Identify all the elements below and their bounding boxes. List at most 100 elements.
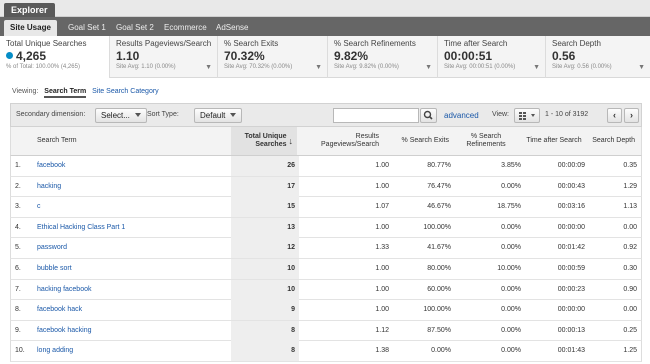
search-refinements-cell: 18.75%	[497, 203, 521, 211]
explorer-tab[interactable]: Explorer	[4, 3, 55, 17]
chevron-down-icon[interactable]: ▼	[205, 64, 212, 71]
search-term-link[interactable]: bubble sort	[37, 259, 72, 279]
series-dot-icon	[6, 52, 13, 59]
time-after-search-cell: 00:00:00	[557, 306, 585, 314]
tab-adsense[interactable]: AdSense	[210, 20, 254, 36]
row-index: 7.	[15, 285, 21, 293]
header-search-refinements[interactable]: % Search Refinements	[453, 127, 519, 155]
search-term-link[interactable]: facebook hacking	[37, 321, 91, 341]
chevron-down-icon[interactable]: ▼	[638, 64, 645, 71]
search-exits-cell: 60.00%	[427, 285, 451, 293]
sort-type-label: Sort Type:	[147, 111, 179, 118]
search-term-link[interactable]: hacking facebook	[37, 280, 91, 300]
search-exits-cell: 80.00%	[427, 265, 451, 272]
tab-goal-set-2[interactable]: Goal Set 2	[110, 20, 160, 36]
search-refinements-cell: 0.00%	[501, 306, 521, 314]
search-refinements-cell: 0.00%	[501, 285, 521, 293]
tab-ecommerce[interactable]: Ecommerce	[158, 20, 213, 36]
metric-results-pageviews[interactable]: Results Pageviews/Search 1.10 Site Avg: …	[110, 36, 218, 78]
viewing-site-search-category[interactable]: Site Search Category	[92, 88, 159, 95]
search-depth-cell: 0.90	[623, 285, 637, 293]
search-exits-cell: 41.67%	[427, 244, 451, 252]
search-term-link[interactable]: long adding	[37, 341, 73, 361]
time-after-search-cell: 00:00:09	[557, 162, 585, 169]
table-search-input[interactable]	[333, 108, 419, 123]
metric-label: Results Pageviews/Search	[116, 39, 212, 48]
chevron-down-icon[interactable]: ▼	[533, 64, 540, 71]
search-depth-cell: 0.30	[623, 265, 637, 272]
search-refinements-cell: 10.00%	[497, 265, 521, 272]
results-pageviews-cell: 1.00	[375, 285, 389, 293]
search-refinements-cell: 0.00%	[501, 347, 521, 355]
metric-value: 00:00:51	[444, 49, 493, 63]
results-pageviews-cell: 1.00	[375, 182, 389, 190]
view-label: View:	[492, 111, 509, 118]
table-row: 7. hacking facebook 10 1.00 60.00% 0.00%…	[10, 279, 642, 301]
metric-sub: Site Avg: 0.56 (0.00%)	[552, 64, 612, 70]
metric-sub: Site Avg: 9.82% (0.00%)	[334, 64, 399, 70]
metric-search-depth[interactable]: Search Depth 0.56 Site Avg: 0.56 (0.00%)…	[546, 36, 650, 78]
search-term-link[interactable]: facebook	[37, 156, 65, 176]
sort-type-select[interactable]: Default	[194, 108, 243, 123]
metric-value: 0.56	[552, 49, 576, 63]
table-row: 5. password 12 1.33 41.67% 0.00% 00:01:4…	[10, 238, 642, 259]
metric-total-unique-searches[interactable]: Total Unique Searches 4,265 % of Total: …	[0, 36, 110, 78]
row-index: 6.	[15, 265, 21, 272]
tab-site-usage[interactable]: Site Usage	[4, 20, 57, 36]
row-index: 9.	[15, 326, 21, 334]
chevron-down-icon[interactable]: ▼	[425, 64, 432, 71]
row-index: 3.	[15, 203, 21, 211]
search-term-link[interactable]: hacking	[37, 177, 61, 197]
search-term-link[interactable]: password	[37, 238, 67, 258]
next-page-button[interactable]: ›	[624, 108, 639, 123]
header-search-exits[interactable]: % Search Exits	[383, 127, 451, 155]
time-after-search-cell: 00:01:42	[557, 244, 585, 252]
metric-sub: Site Avg: 1.10 (0.00%)	[116, 64, 176, 70]
metric-search-exits[interactable]: % Search Exits 70.32% Site Avg: 70.32% (…	[218, 36, 328, 78]
metric-search-refinements[interactable]: % Search Refinements 9.82% Site Avg: 9.8…	[328, 36, 438, 78]
time-after-search-cell: 00:00:13	[557, 326, 585, 334]
total-unique-searches-cell: 13	[231, 217, 299, 238]
search-refinements-cell: 0.00%	[501, 182, 521, 190]
search-refinements-cell: 3.85%	[501, 162, 521, 169]
metric-value: 70.32%	[224, 49, 265, 63]
secondary-dimension-label: Secondary dimension:	[16, 111, 86, 118]
metric-summary: Total Unique Searches 4,265 % of Total: …	[0, 36, 650, 78]
search-refinements-cell: 0.00%	[501, 244, 521, 252]
search-term-link[interactable]: c	[37, 197, 41, 217]
table-row: 6. bubble sort 10 1.00 80.00% 10.00% 00:…	[10, 259, 642, 280]
total-unique-searches-cell: 9	[231, 300, 299, 321]
header-time-after-search[interactable]: Time after Search	[519, 127, 589, 155]
tab-goal-set-1[interactable]: Goal Set 1	[62, 20, 112, 36]
advanced-filter-link[interactable]: advanced	[444, 111, 479, 120]
view-type-button[interactable]	[514, 108, 540, 123]
table-row: 4. Ethical Hacking Class Part 1 13 1.00 …	[10, 217, 642, 239]
header-results-pageviews[interactable]: Results Pageviews/Search	[299, 127, 381, 155]
search-term-link[interactable]: Ethical Hacking Class Part 1	[37, 218, 125, 238]
header-total-unique-searches[interactable]: Total Unique Searches ↓	[231, 127, 297, 155]
metric-sub: Site Avg: 70.32% (0.00%)	[224, 64, 293, 70]
metric-time-after-search[interactable]: Time after Search 00:00:51 Site Avg: 00:…	[438, 36, 546, 78]
table-row: 3. c 15 1.07 46.67% 18.75% 00:03:16 1.13	[10, 197, 642, 218]
search-term-link[interactable]: facebook hack	[37, 300, 82, 320]
previous-page-button[interactable]: ‹	[607, 108, 622, 123]
total-unique-searches-cell: 8	[231, 320, 299, 341]
viewing-label: Viewing:	[12, 88, 39, 95]
search-icon	[423, 110, 433, 120]
header-search-term[interactable]: Search Term	[37, 127, 227, 155]
row-index: 10.	[15, 347, 25, 355]
results-pageviews-cell: 1.00	[375, 162, 389, 169]
time-after-search-cell: 00:00:23	[557, 285, 585, 293]
chevron-down-icon[interactable]: ▼	[315, 64, 322, 71]
search-depth-cell: 0.25	[623, 326, 637, 334]
viewing-search-term[interactable]: Search Term	[44, 88, 87, 98]
results-pageviews-cell: 1.07	[375, 203, 389, 211]
secondary-dimension-select[interactable]: Select...	[95, 108, 147, 123]
results-pageviews-cell: 1.38	[375, 347, 389, 355]
results-pageviews-cell: 1.33	[375, 244, 389, 252]
search-button[interactable]	[420, 108, 437, 123]
metric-sub: % of Total: 100.00% (4,265)	[6, 64, 80, 70]
results-pageviews-cell: 1.00	[375, 265, 389, 272]
total-unique-searches-cell: 8	[231, 341, 299, 362]
header-search-depth[interactable]: Search Depth	[581, 127, 637, 155]
